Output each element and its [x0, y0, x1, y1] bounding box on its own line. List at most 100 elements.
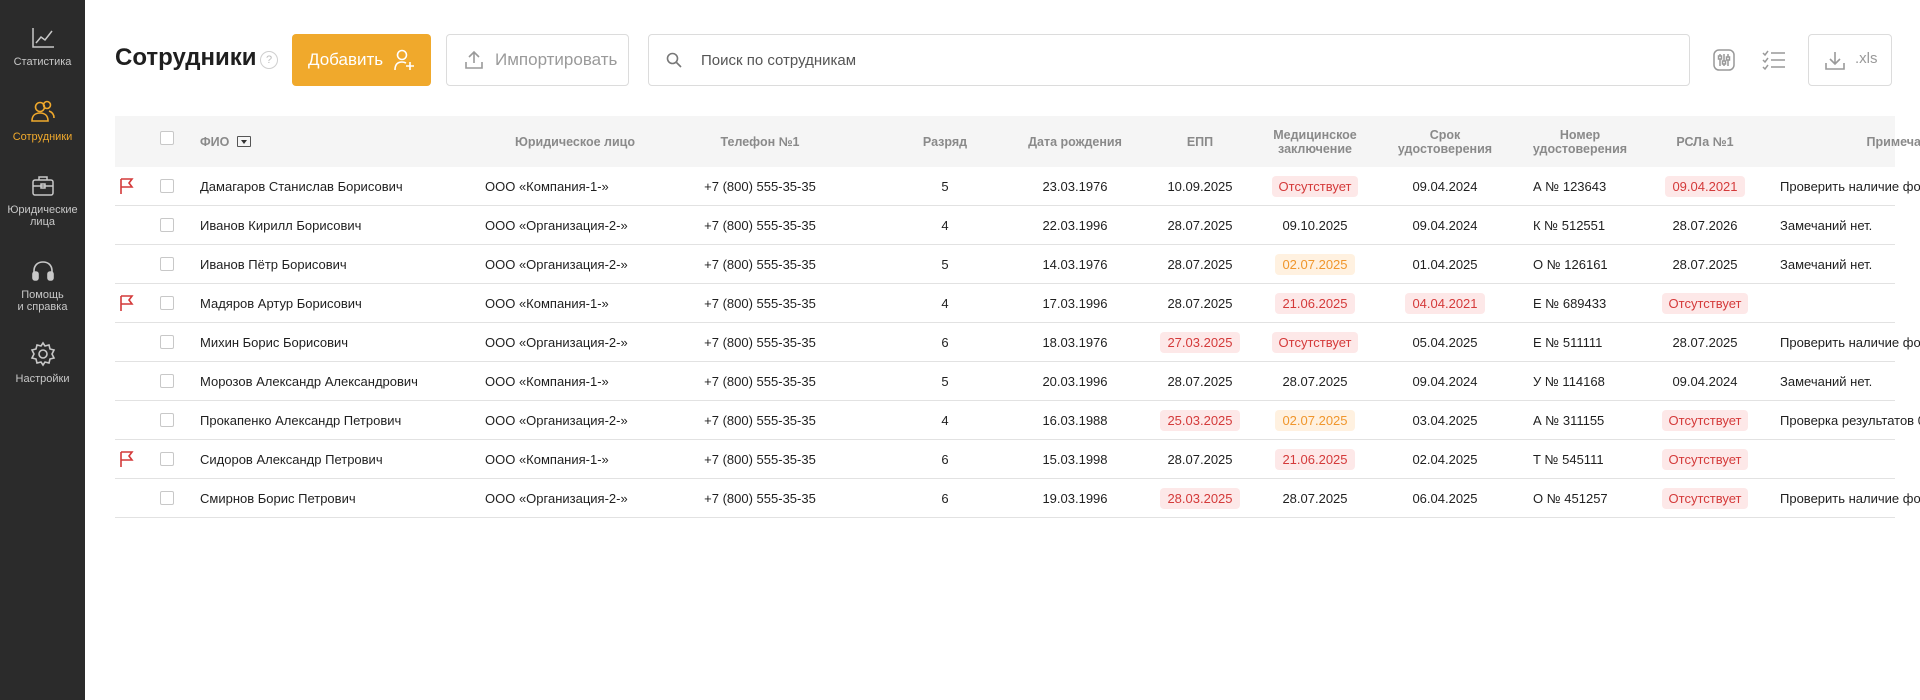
cell-epp-value: 28.07.2025 — [1167, 295, 1233, 311]
row-checkbox[interactable] — [160, 452, 174, 466]
cell-name: Дамагаров Станислав Борисович — [200, 167, 490, 205]
table-row[interactable]: Иванов Кирилл Борисович ООО «Организация-… — [115, 206, 1895, 245]
cell-epp: 28.07.2025 — [1145, 245, 1255, 283]
cell-dob-value: 19.03.1996 — [1042, 490, 1108, 506]
cell-epp: 28.07.2025 — [1145, 440, 1255, 478]
cell-org-value: ООО «Организация-2-» — [485, 256, 628, 272]
cell-dob: 17.03.1996 — [1005, 284, 1145, 322]
cell-phone: +7 (800) 555-35-35 — [670, 479, 850, 517]
column-header-medical: Медицинское заключение — [1273, 127, 1357, 156]
table-row[interactable]: Морозов Александр Александрович ООО «Комп… — [115, 362, 1895, 401]
table-row[interactable]: Иванов Пётр Борисович ООО «Организация-2-… — [115, 245, 1895, 284]
cell-number: У № 114168 — [1515, 362, 1645, 400]
cell-medical-value: 09.10.2025 — [1282, 217, 1348, 233]
cell-term: 09.04.2024 — [1380, 362, 1510, 400]
sidebar-item-settings[interactable]: Настройки — [0, 341, 85, 385]
sort-dropdown-icon[interactable] — [237, 136, 252, 147]
cell-rsla: Отсутствует — [1645, 440, 1765, 478]
table-row[interactable]: Сидоров Александр Петрович ООО «Компания-… — [115, 440, 1895, 479]
cell-grade-value: 5 — [941, 373, 949, 389]
column-header-name[interactable]: ФИО — [200, 116, 320, 167]
cell-medical-value: 02.07.2025 — [1275, 253, 1355, 275]
cell-epp: 27.03.2025 — [1145, 323, 1255, 361]
table-row[interactable]: Прокапенко Александр Петрович ООО «Органи… — [115, 401, 1920, 440]
cell-phone-value: +7 (800) 555-35-35 — [704, 217, 816, 233]
table-row[interactable]: Смирнов Борис Петрович ООО «Организация-2… — [115, 479, 1920, 518]
flag-icon[interactable] — [119, 177, 135, 200]
cell-number-value: К № 512551 — [1533, 217, 1606, 233]
cell-notes: Замечаний нет. — [1780, 362, 1920, 400]
help-icon[interactable]: ? — [260, 51, 278, 69]
cell-rsla: 09.04.2024 — [1645, 362, 1765, 400]
checklist-button[interactable] — [1756, 42, 1792, 78]
row-checkbox[interactable] — [160, 179, 174, 193]
cell-number: Е № 511111 — [1515, 323, 1645, 361]
row-checkbox[interactable] — [160, 374, 174, 388]
add-employee-button[interactable]: Добавить — [292, 34, 431, 86]
row-checkbox[interactable] — [160, 296, 174, 310]
cell-name: Мадяров Артур Борисович — [200, 284, 490, 322]
cell-phone-value: +7 (800) 555-35-35 — [704, 373, 816, 389]
cell-phone-value: +7 (800) 555-35-35 — [704, 178, 816, 194]
page-title: Сотрудники — [115, 44, 257, 71]
table-row[interactable]: Дамагаров Станислав Борисович ООО «Компан… — [115, 167, 1920, 206]
cell-dob-value: 17.03.1996 — [1042, 295, 1108, 311]
search-input[interactable] — [701, 35, 1661, 85]
column-header-grade: Разряд — [922, 134, 968, 149]
cell-term: 09.04.2024 — [1380, 167, 1510, 205]
cell-grade-value: 6 — [941, 334, 949, 350]
cell-term: 02.04.2025 — [1380, 440, 1510, 478]
cell-phone-value: +7 (800) 555-35-35 — [704, 412, 816, 428]
cell-epp-value: 28.07.2025 — [1167, 373, 1233, 389]
table-body: Дамагаров Станислав Борисович ООО «Компан… — [115, 167, 1920, 518]
cell-org-value: ООО «Организация-2-» — [485, 412, 628, 428]
row-checkbox[interactable] — [160, 218, 174, 232]
flag-icon[interactable] — [119, 450, 135, 473]
cell-rsla-value: 09.04.2024 — [1672, 373, 1738, 389]
checklist-icon — [1762, 50, 1785, 71]
cell-number: О № 126161 — [1515, 245, 1645, 283]
cell-grade-value: 5 — [941, 256, 949, 272]
select-all-checkbox[interactable] — [160, 131, 174, 145]
table-row[interactable]: Мадяров Артур Борисович ООО «Компания-1-»… — [115, 284, 1895, 323]
cell-dob: 15.03.1998 — [1005, 440, 1145, 478]
cell-notes-value: Проверить наличие формы. — [1780, 490, 1920, 506]
cell-medical: 28.07.2025 — [1255, 479, 1375, 517]
cell-medical: Отсутствует — [1255, 323, 1375, 361]
cell-number-value: У № 114168 — [1533, 373, 1605, 389]
xls-label: .xls — [1855, 50, 1878, 67]
column-settings-button[interactable] — [1706, 42, 1742, 78]
cell-org: ООО «Организация-2-» — [485, 206, 665, 244]
cell-epp: 10.09.2025 — [1145, 167, 1255, 205]
cell-name-value: Морозов Александр Александрович — [200, 373, 418, 389]
row-checkbox[interactable] — [160, 491, 174, 505]
table-row[interactable]: Михин Борис Борисович ООО «Организация-2-… — [115, 323, 1920, 362]
cell-dob-value: 15.03.1998 — [1042, 451, 1108, 467]
sidebar-item-statistics[interactable]: Статистика — [0, 26, 85, 68]
cell-org: ООО «Организация-2-» — [485, 245, 665, 283]
row-checkbox[interactable] — [160, 257, 174, 271]
cell-notes-value: Проверить наличие формы. — [1780, 178, 1920, 194]
cell-org: ООО «Организация-2-» — [485, 401, 665, 439]
cell-grade: 4 — [895, 284, 995, 322]
cell-name-value: Дамагаров Станислав Борисович — [200, 178, 403, 194]
cell-term-value: 09.04.2024 — [1412, 217, 1478, 233]
cell-medical-value: 28.07.2025 — [1282, 373, 1348, 389]
cell-rsla-value: Отсутствует — [1661, 448, 1749, 470]
export-xls-button[interactable]: .xls — [1808, 34, 1892, 86]
sidebar-item-legal-entities[interactable]: Юридические лица — [0, 174, 85, 228]
gear-icon — [30, 341, 55, 367]
cell-medical: 02.07.2025 — [1255, 245, 1375, 283]
cell-epp-value: 27.03.2025 — [1160, 331, 1240, 353]
row-checkbox[interactable] — [160, 413, 174, 427]
sidebar-item-employees[interactable]: Сотрудники — [0, 99, 85, 143]
row-checkbox[interactable] — [160, 335, 174, 349]
cell-dob: 20.03.1996 — [1005, 362, 1145, 400]
cell-medical-value: 28.07.2025 — [1282, 490, 1348, 506]
cell-epp-value: 25.03.2025 — [1160, 409, 1240, 431]
cell-org: ООО «Организация-2-» — [485, 479, 665, 517]
import-button[interactable]: Импортировать — [446, 34, 629, 86]
flag-icon[interactable] — [119, 294, 135, 317]
cell-epp: 28.03.2025 — [1145, 479, 1255, 517]
sidebar-item-help[interactable]: Помощь и справка — [0, 259, 85, 313]
